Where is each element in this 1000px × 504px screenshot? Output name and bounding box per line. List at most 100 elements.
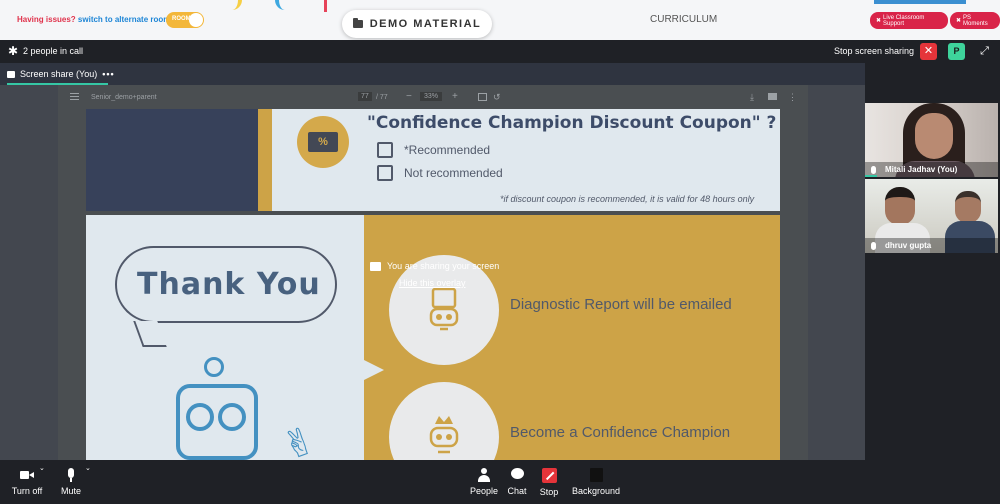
camera-label: Turn off <box>11 486 43 496</box>
participant-tile[interactable]: Mitali Jadhav (You) <box>865 103 998 177</box>
robot-report-icon <box>429 287 459 331</box>
active-tab-indicator <box>874 0 966 4</box>
mute-button[interactable]: Mute <box>58 468 84 496</box>
waving-hand-icon: ✌ <box>276 417 322 460</box>
call-controls: Turn off ⌄ Mute ⌄ People Chat Stop Backg… <box>0 460 1000 504</box>
decor-stroke-blue <box>275 0 287 10</box>
coupon-question: "Confidence Champion Discount Coupon" ? <box>367 113 777 133</box>
option-not-label: Not recommended <box>404 166 503 180</box>
chevron-down-icon[interactable]: ⌄ <box>85 464 91 472</box>
diagnostic-report-text: Diagnostic Report will be emailed <box>510 296 732 313</box>
option-recommended: *Recommended <box>377 142 490 158</box>
ps-moments-button[interactable]: ✖ PS Moments <box>950 12 1000 29</box>
stop-share-button[interactable]: Stop <box>537 468 561 497</box>
speech-bubble-tail <box>133 321 167 347</box>
chat-button[interactable]: Chat <box>505 468 529 496</box>
avatar[interactable]: P <box>948 43 965 60</box>
robot-antenna <box>204 357 224 377</box>
fullscreen-icon[interactable]: ⤢ <box>976 43 993 60</box>
ps-moments-label: PS Moments <box>963 14 988 27</box>
stop-label: Stop <box>539 487 559 497</box>
participant-name: Mitali Jadhav (You) <box>865 162 998 177</box>
people-button[interactable]: People <box>469 468 499 496</box>
issues-text: Having issues? <box>17 15 76 24</box>
mic-icon <box>67 468 75 482</box>
screen-share-icon <box>7 70 15 78</box>
thank-you-heading: Thank You <box>137 267 321 302</box>
room-toggle-label: ROOM <box>172 16 191 22</box>
live-support-label: Live Classroom Support <box>883 14 925 27</box>
screen-share-tab-label: Screen share (You) <box>20 69 98 79</box>
coupon-icon: % <box>297 116 349 168</box>
sharing-message-text: You are sharing your screen <box>387 261 500 271</box>
robot-eye-right <box>218 403 246 431</box>
pdf-page-thank-you: Thank You ✌ Diagnostic Report will be em… <box>86 215 780 460</box>
fit-page-icon[interactable] <box>478 93 487 101</box>
page-number-input[interactable]: 77 <box>358 92 372 101</box>
crown-robot-icon <box>429 416 459 454</box>
video-person-face <box>915 113 953 159</box>
page-total: / 77 <box>376 94 388 101</box>
background-icon <box>589 468 603 482</box>
decor-stroke-yellow <box>232 0 242 10</box>
alternate-room-link[interactable]: switch to alternate room <box>78 15 170 24</box>
chat-icon <box>510 468 524 482</box>
share-tab-bar: Screen share (You) ••• <box>0 63 865 85</box>
mic-icon <box>871 242 876 250</box>
more-vert-icon[interactable]: ⋮ <box>788 92 797 103</box>
stop-share-icon <box>541 468 557 483</box>
speaking-indicator <box>865 175 877 177</box>
print-icon[interactable] <box>768 93 777 100</box>
more-options-icon[interactable]: ••• <box>102 69 114 79</box>
mute-label: Mute <box>60 486 81 496</box>
hide-overlay-link[interactable]: Hide this overlay <box>399 278 466 288</box>
pdf-filename: Senior_demo+parent <box>91 94 157 101</box>
shared-screen: Senior_demo+parent 77 / 77 − 33% + ↺ ⤓ ⋮… <box>0 85 865 460</box>
chat-label: Chat <box>507 486 527 496</box>
video-person-face <box>885 187 915 225</box>
zoom-input[interactable]: 33% <box>420 92 443 101</box>
checkbox-icon <box>377 165 393 181</box>
download-icon[interactable]: ⤓ <box>750 92 754 103</box>
rotate-icon[interactable]: ↺ <box>493 92 501 103</box>
stop-screen-sharing-label[interactable]: Stop screen sharing <box>834 46 914 56</box>
monitor-icon <box>370 261 381 271</box>
support-icon: ✖ <box>876 18 882 24</box>
people-label: People <box>469 486 499 496</box>
curriculum-tab[interactable]: CURRICULUM <box>650 14 717 25</box>
people-count: 2 people in call <box>23 46 84 56</box>
zoom-out-icon[interactable]: − <box>406 91 412 102</box>
people-icon <box>478 468 490 482</box>
report-circle <box>389 255 499 365</box>
demo-material-button[interactable]: DEMO MATERIAL <box>342 10 492 38</box>
demo-material-label: DEMO MATERIAL <box>369 18 482 30</box>
checkbox-icon <box>377 142 393 158</box>
chevron-down-icon[interactable]: ⌄ <box>39 464 45 472</box>
background-button[interactable]: Background <box>569 468 623 496</box>
camera-icon <box>20 468 34 482</box>
option-not-recommended: Not recommended <box>377 165 503 181</box>
issues-notice: Having issues? switch to alternate room <box>17 15 170 24</box>
validity-note: *if discount coupon is recommended, it i… <box>500 194 755 204</box>
camera-button[interactable]: Turn off <box>8 468 46 496</box>
participant-tile[interactable]: dhruv gupta <box>865 179 998 253</box>
gold-strip <box>258 109 272 211</box>
meeting-area: ✱ 2 people in call Stop screen sharing ✕… <box>0 40 1000 504</box>
top-bar: Having issues? switch to alternate room … <box>0 0 1000 40</box>
close-icon[interactable]: ✕ <box>920 43 937 60</box>
moments-icon: ✖ <box>956 18 962 24</box>
participant-name: dhruv gupta <box>865 238 998 253</box>
pdf-page-coupon: % "Confidence Champion Discount Coupon" … <box>86 109 780 211</box>
pdf-toolbar: Senior_demo+parent 77 / 77 − 33% + ↺ ⤓ ⋮ <box>58 85 808 109</box>
folder-icon <box>352 18 363 28</box>
room-toggle[interactable]: ROOM <box>166 12 204 28</box>
gear-icon[interactable]: ✱ <box>8 45 20 57</box>
sharing-message: You are sharing your screen <box>370 261 499 271</box>
live-classroom-support-button[interactable]: ✖ Live Classroom Support <box>870 12 948 29</box>
screen-share-tab[interactable]: Screen share (You) ••• <box>7 63 115 85</box>
navy-panel <box>86 109 258 211</box>
zoom-in-icon[interactable]: + <box>452 91 458 102</box>
background-label: Background <box>571 486 621 496</box>
menu-icon[interactable] <box>70 93 79 100</box>
toggle-knob <box>189 13 203 27</box>
